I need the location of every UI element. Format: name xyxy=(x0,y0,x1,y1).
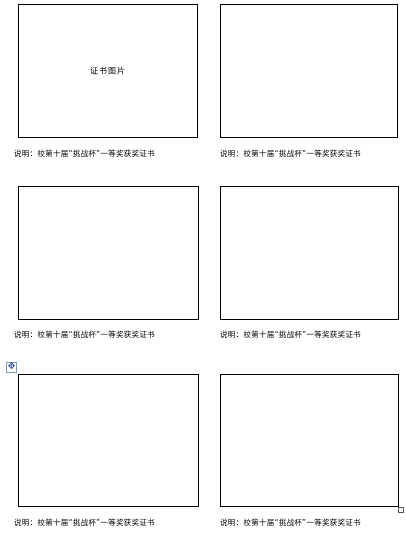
certificate-image-frame[interactable]: 证书图片 xyxy=(18,4,198,138)
certificate-caption: 说明：校第十届“挑战杯”一等奖获奖证书 xyxy=(220,330,361,339)
resize-square-icon[interactable] xyxy=(398,507,404,513)
certificate-image-frame[interactable] xyxy=(18,186,199,320)
certificate-image-frame[interactable] xyxy=(220,4,398,138)
certificate-caption: 说明：校第十届“挑战杯”一等奖获奖证书 xyxy=(14,518,155,527)
certificate-caption: 说明：校第十届“挑战杯”一等奖获奖证书 xyxy=(14,330,155,339)
certificate-caption: 说明：校第十届“挑战杯”一等奖获奖证书 xyxy=(220,518,361,527)
certificate-image-frame[interactable] xyxy=(220,186,399,320)
certificate-caption: 说明：校第十届“挑战杯”一等奖获奖证书 xyxy=(220,149,361,158)
certificate-image-frame[interactable] xyxy=(18,374,199,507)
move-cross-icon[interactable]: ✥ xyxy=(6,362,17,373)
certificate-caption: 说明：校第十届“挑战杯”一等奖获奖证书 xyxy=(14,149,155,158)
certificate-image-frame[interactable] xyxy=(220,374,399,507)
certificate-placeholder-label: 证书图片 xyxy=(90,66,126,76)
